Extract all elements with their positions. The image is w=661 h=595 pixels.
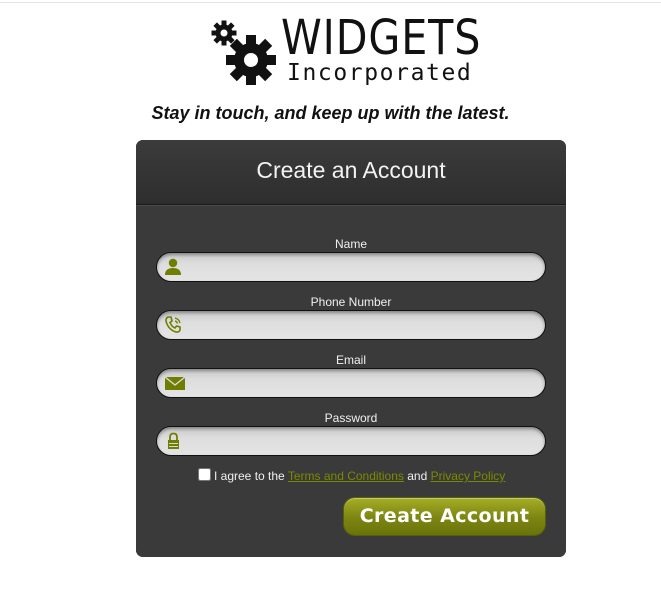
phone-label: Phone Number	[310, 295, 392, 309]
privacy-link[interactable]: Privacy Policy	[431, 469, 506, 483]
create-account-button[interactable]: Create Account	[343, 497, 546, 536]
envelope-icon	[164, 376, 186, 390]
terms-link[interactable]: Terms and Conditions	[288, 469, 404, 483]
phone-icon	[165, 316, 181, 333]
password-input[interactable]	[189, 427, 543, 457]
phone-input[interactable]	[189, 311, 543, 341]
agree-text: I agree to the Terms and Conditions and …	[214, 469, 505, 483]
logo-wordmark: WIDGETS	[281, 10, 482, 66]
tagline: Stay in touch, and keep up with the late…	[151, 103, 510, 123]
lock-icon	[168, 432, 179, 449]
email-label: Email	[335, 353, 366, 367]
email-field-wrapper	[156, 368, 546, 399]
phone-field-wrapper	[156, 310, 546, 341]
password-label: Password	[324, 411, 378, 425]
password-field-wrapper	[156, 426, 546, 457]
panel-title: Create an Account	[256, 157, 446, 183]
signup-panel: Create an Account Name Phone Number Emai…	[136, 140, 566, 557]
email-input[interactable]	[189, 369, 543, 399]
logo-subtitle: Incorporated	[287, 60, 473, 86]
company-logo: WIDGETS Incorporated	[209, 10, 499, 86]
name-label: Name	[334, 237, 367, 251]
name-input[interactable]	[189, 253, 543, 283]
user-icon	[165, 258, 181, 275]
agree-checkbox[interactable]	[198, 468, 211, 481]
name-field-wrapper	[156, 252, 546, 283]
agree-and: and	[407, 469, 428, 483]
panel-header: Create an Account	[136, 140, 566, 205]
large-gear-icon	[226, 35, 276, 85]
top-divider	[0, 2, 661, 3]
agree-prefix: I agree to the	[214, 469, 285, 483]
